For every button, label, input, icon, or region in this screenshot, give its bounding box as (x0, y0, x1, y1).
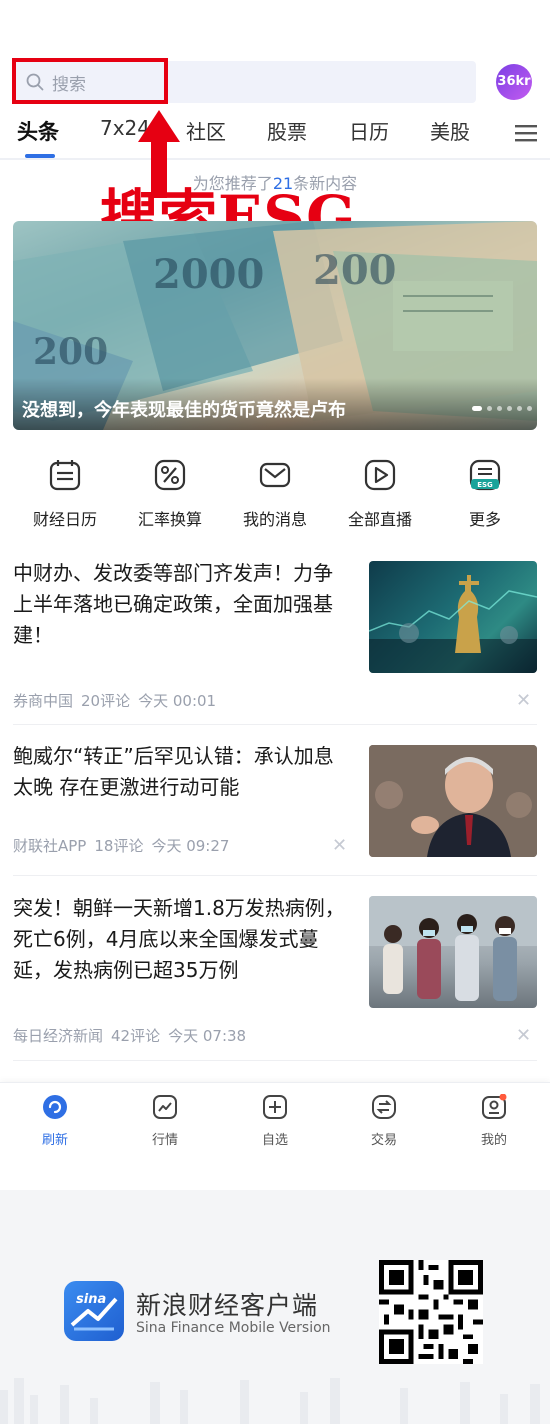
quick-label: 全部直播 (347, 510, 412, 529)
news-divider (13, 1060, 537, 1061)
channel-tabs: 头条 7x24 社区 股票 日历 美股 (0, 116, 550, 154)
pagination-dot (527, 406, 532, 411)
quick-label: 汇率换算 (137, 510, 202, 529)
banner-title[interactable]: 没想到，今年表现最佳的货币竟然是卢布 (22, 396, 346, 422)
news-thumbnail[interactable] (369, 896, 537, 1008)
news-source: 每日经济新闻 (13, 1027, 104, 1045)
live-play-icon (364, 459, 396, 491)
banknote-denomination-2000: 2000 (153, 251, 265, 298)
svg-text:sina: sina (76, 1292, 106, 1307)
tab-headlines[interactable]: 头条 (17, 116, 59, 146)
portrait-illustration (369, 745, 537, 857)
news-comments: 42评论 (111, 1027, 161, 1045)
menu-icon[interactable] (515, 124, 537, 142)
quick-label: 财经日历 (32, 510, 97, 529)
avatar[interactable]: 36kr (496, 64, 532, 100)
crowd-illustration (369, 896, 537, 1001)
app-logo-graphic: sina (70, 1292, 118, 1331)
profile-icon (482, 1093, 507, 1119)
tab-stocks[interactable]: 股票 (267, 116, 307, 145)
exchange-icon (372, 1095, 396, 1119)
nav-refresh[interactable]: 刷新 (25, 1094, 85, 1148)
banknote-denomination-200b: 200 (33, 331, 109, 373)
pagination-dot (487, 406, 492, 411)
banner-pagination (472, 406, 532, 412)
nav-market[interactable]: 行情 (135, 1094, 195, 1148)
nav-label: 我的 (480, 1133, 507, 1148)
quick-label: 我的消息 (242, 510, 307, 529)
nav-label: 刷新 (41, 1133, 68, 1148)
news-divider (13, 724, 537, 725)
news-time: 今天 09:27 (151, 837, 230, 855)
news-divider (13, 875, 537, 876)
chart-icon (153, 1095, 177, 1119)
news-title[interactable]: 突发！朝鲜一天新增1.8万发热病例，死亡6例，4月底以来全国爆发式蔓延，发热病例… (13, 893, 348, 986)
quick-finance-calendar[interactable]: 财经日历 (15, 458, 115, 530)
nav-label: 自选 (261, 1133, 288, 1148)
add-icon (263, 1095, 287, 1119)
search-highlight-box (12, 58, 168, 104)
news-title[interactable]: 中财办、发改委等部门齐发声！力争上半年落地已确定政策，全面加强基建！ (13, 558, 348, 651)
news-source: 券商中国 (13, 692, 74, 710)
news-time: 今天 07:38 (168, 1027, 247, 1045)
message-icon (259, 462, 291, 488)
nav-watchlist[interactable]: 自选 (245, 1094, 305, 1148)
app-name: 新浪财经客户端 (136, 1291, 319, 1320)
calendar-icon (49, 460, 81, 491)
news-meta: 财联社APP 18评论 今天 09:27 (13, 835, 237, 856)
quick-label: 更多 (468, 510, 501, 529)
quick-my-messages[interactable]: 我的消息 (225, 458, 325, 530)
news-meta: 每日经济新闻 42评论 今天 07:38 (13, 1025, 254, 1046)
dismiss-icon[interactable]: ✕ (516, 690, 531, 711)
dismiss-icon[interactable]: ✕ (516, 1025, 531, 1046)
dismiss-icon[interactable]: ✕ (332, 835, 347, 856)
tab-divider (0, 158, 550, 160)
pagination-dot (472, 406, 482, 411)
tab-calendar[interactable]: 日历 (349, 116, 389, 145)
app-subtitle: Sina Finance Mobile Version (136, 1320, 331, 1336)
pagination-dot (507, 406, 512, 411)
tab-us-stocks[interactable]: 美股 (430, 116, 470, 145)
esg-icon: ESG (469, 459, 501, 491)
nav-label: 交易 (370, 1133, 397, 1148)
nav-label: 行情 (151, 1133, 178, 1148)
quick-all-live[interactable]: 全部直播 (330, 458, 430, 530)
news-meta: 券商中国 20评论 今天 00:01 (13, 690, 224, 711)
news-thumbnail[interactable] (369, 745, 537, 857)
qr-code (379, 1260, 483, 1364)
tab-community[interactable]: 社区 (186, 116, 226, 145)
news-thumbnail[interactable] (369, 561, 537, 673)
banknote-denomination-200: 200 (313, 247, 397, 294)
qr-pattern (379, 1260, 483, 1364)
pagination-dot (517, 406, 522, 411)
pagination-dot (497, 406, 502, 411)
chess-king-illustration (369, 575, 537, 673)
nav-mine[interactable]: 我的 (464, 1093, 524, 1148)
quick-more[interactable]: ESG 更多 (435, 458, 535, 530)
quick-exchange-rate[interactable]: 汇率换算 (120, 458, 220, 530)
sina-finance-logo: sina (64, 1281, 124, 1341)
nav-trade[interactable]: 交易 (354, 1094, 414, 1148)
news-time: 今天 00:01 (138, 692, 217, 710)
news-comments: 18评论 (94, 837, 144, 855)
news-source: 财联社APP (13, 837, 87, 855)
percent-icon (154, 459, 186, 491)
refresh-icon (43, 1095, 67, 1119)
news-title[interactable]: 鲍威尔“转正”后罕见认错：承认加息太晚 存在更激进行动可能 (13, 741, 348, 803)
news-comments: 20评论 (81, 692, 131, 710)
svg-text:ESG: ESG (477, 481, 493, 489)
